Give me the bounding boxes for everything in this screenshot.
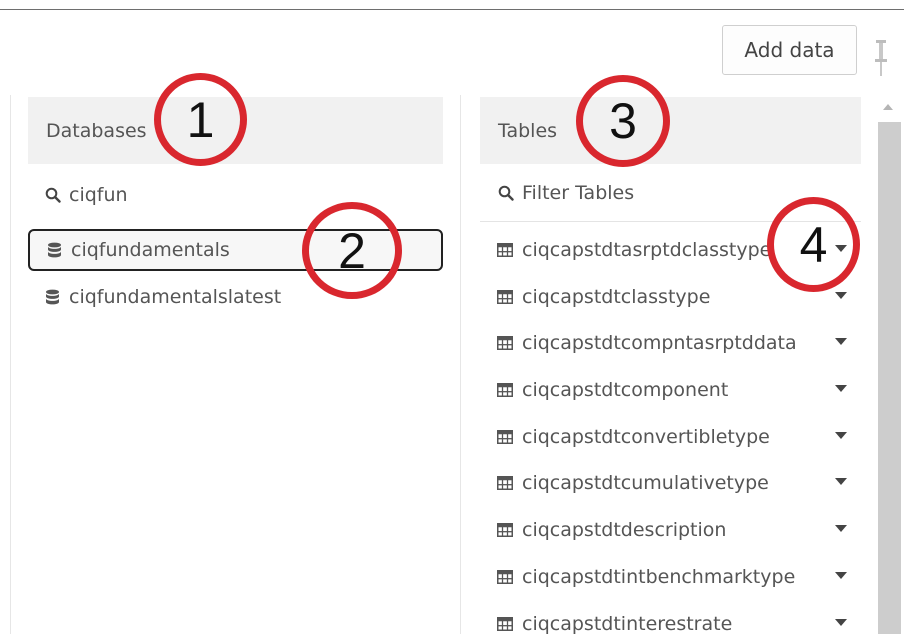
caret-down-icon[interactable] bbox=[835, 572, 847, 579]
annotation-1: 1 bbox=[154, 73, 247, 166]
table-filter[interactable]: Filter Tables bbox=[498, 176, 634, 210]
table-row[interactable]: ciqcapstdtcomponent bbox=[480, 367, 861, 413]
databases-header-label: Databases bbox=[46, 119, 147, 142]
table-grid-icon bbox=[497, 570, 513, 584]
caret-down-icon[interactable] bbox=[835, 619, 847, 626]
annotation-number: 3 bbox=[609, 93, 637, 149]
table-grid-icon bbox=[497, 617, 513, 631]
table-name: ciqcapstdtinterestrate bbox=[522, 613, 733, 634]
caret-down-icon[interactable] bbox=[835, 385, 847, 392]
caret-down-icon[interactable] bbox=[835, 292, 847, 299]
table-grid-icon bbox=[497, 336, 513, 350]
pin-icon[interactable] bbox=[871, 38, 891, 78]
tables-header: Tables bbox=[480, 97, 861, 164]
database-icon bbox=[48, 242, 61, 257]
table-grid-icon bbox=[497, 383, 513, 397]
table-row[interactable]: ciqcapstdtcompntasrptddata bbox=[480, 320, 861, 366]
table-name: ciqcapstdtcomponent bbox=[522, 379, 729, 401]
annotation-number: 1 bbox=[186, 91, 215, 148]
annotation-number: 2 bbox=[338, 222, 366, 279]
annotation-3: 3 bbox=[576, 75, 670, 167]
scroll-up-icon[interactable] bbox=[883, 104, 893, 110]
table-name: ciqcapstdtcumulativetype bbox=[522, 472, 769, 494]
table-row[interactable]: ciqcapstdtintbenchmarktype bbox=[480, 554, 861, 600]
left-border bbox=[10, 95, 11, 634]
table-grid-icon bbox=[497, 476, 513, 490]
caret-down-icon[interactable] bbox=[835, 525, 847, 532]
table-row[interactable]: ciqcapstdtcumulativetype bbox=[480, 460, 861, 506]
database-search-value[interactable]: ciqfun bbox=[69, 184, 128, 206]
table-name: ciqcapstdtintbenchmarktype bbox=[522, 566, 796, 588]
annotation-number: 4 bbox=[799, 216, 828, 273]
table-row[interactable]: ciqcapstdtdescription bbox=[480, 507, 861, 553]
search-icon bbox=[498, 185, 514, 201]
table-filter-placeholder[interactable]: Filter Tables bbox=[522, 182, 634, 204]
table-name: ciqcapstdtclasstype bbox=[522, 286, 711, 308]
tables-header-label: Tables bbox=[498, 119, 558, 142]
add-data-button[interactable]: Add data bbox=[722, 25, 857, 75]
annotation-2: 2 bbox=[302, 202, 402, 299]
panel-divider bbox=[460, 95, 461, 634]
scrollbar-thumb[interactable] bbox=[878, 122, 901, 634]
caret-down-icon[interactable] bbox=[835, 478, 847, 485]
table-row[interactable]: ciqcapstdtconvertibletype bbox=[480, 414, 861, 460]
table-grid-icon bbox=[497, 290, 513, 304]
table-name: ciqcapstdtasrptdclasstype bbox=[522, 239, 772, 261]
caret-down-icon[interactable] bbox=[835, 432, 847, 439]
database-item-label: ciqfundamentals bbox=[71, 239, 230, 261]
search-icon bbox=[45, 187, 61, 203]
table-row[interactable]: ciqcapstdtinterestrate bbox=[480, 601, 861, 634]
table-name: ciqcapstdtcompntasrptddata bbox=[522, 332, 797, 354]
table-name: ciqcapstdtdescription bbox=[522, 519, 727, 541]
table-name: ciqcapstdtconvertibletype bbox=[522, 426, 770, 448]
caret-down-icon[interactable] bbox=[835, 338, 847, 345]
table-grid-icon bbox=[497, 523, 513, 537]
table-grid-icon bbox=[497, 430, 513, 444]
annotation-4: 4 bbox=[767, 197, 860, 292]
database-search[interactable]: ciqfun bbox=[45, 178, 128, 212]
database-item-label: ciqfundamentalslatest bbox=[69, 286, 282, 308]
top-divider bbox=[0, 9, 904, 10]
table-grid-icon bbox=[497, 243, 513, 257]
database-icon bbox=[46, 289, 59, 304]
